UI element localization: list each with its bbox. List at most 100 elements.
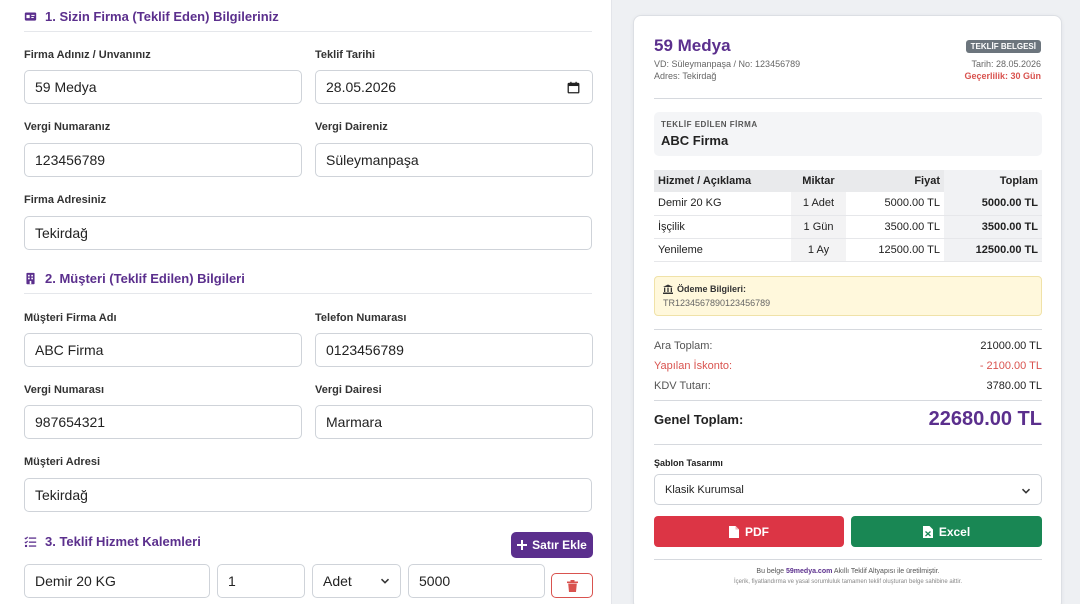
item-unit-value: Adet (323, 573, 352, 589)
section-title-text: 3. Teklif Hizmet Kalemleri (45, 534, 201, 549)
template-label: Şablon Tasarımı (654, 458, 723, 468)
client-name-input[interactable]: ABC Firma (24, 333, 302, 367)
export-excel-label: Excel (938, 524, 971, 539)
preview-client-name: ABC Firma (661, 133, 729, 148)
preview-address-line: Adres: Tekirdağ (654, 71, 717, 81)
seller-address-label: Firma Adresiniz (24, 194, 107, 206)
calendar-icon[interactable] (567, 81, 580, 94)
id-card-icon (24, 12, 37, 21)
trash-icon (566, 579, 578, 592)
client-tax-office-label: Vergi Dairesi (315, 384, 382, 396)
section-title-client: 2. Müşteri (Teklif Edilen) Bilgileri (24, 271, 245, 286)
delete-row-button[interactable] (551, 573, 593, 598)
vat-label: KDV Tutarı: (654, 380, 711, 392)
cell-quantity: 1 Adet (791, 192, 846, 216)
table-row: İşçilik 1 Gün 3500.00 TL 3500.00 TL (654, 215, 1042, 239)
quote-date-value: 28.05.2026 (326, 79, 397, 95)
footer-pre: Bu belge (756, 568, 785, 575)
item-description-input[interactable]: Demir 20 KG (24, 564, 210, 598)
client-address-input[interactable]: Tekirdağ (24, 478, 592, 512)
cell-description: Demir 20 KG (654, 192, 791, 216)
discount-label: Yapılan İskonto: (654, 360, 733, 372)
table-row: Yenileme 1 Ay 12500.00 TL 12500.00 TL (654, 238, 1042, 262)
client-tax-office-input[interactable]: Marmara (315, 405, 593, 439)
plus-icon (517, 540, 528, 550)
grand-total-label: Genel Toplam: (654, 412, 744, 427)
preview-tax-line: VD: Süleymanpaşa / No: 123456789 (654, 59, 801, 69)
export-pdf-button[interactable]: PDF (654, 516, 844, 547)
preview-date: Tarih: 28.05.2026 (971, 59, 1041, 69)
grand-total-row: Genel Toplam: 22680.00 TL (654, 408, 1042, 431)
section-divider (24, 31, 592, 32)
subtotal-value: 21000.00 TL (980, 340, 1042, 352)
preview-company-name: 59 Medya (654, 36, 731, 55)
col-header-description: Hizmet / Açıklama (654, 170, 791, 192)
payment-info-title: Ödeme Bilgileri: (663, 284, 746, 294)
section-title-text: 1. Sizin Firma (Teklif Eden) Bilgilerini… (45, 9, 279, 24)
export-pdf-label: PDF (745, 524, 769, 539)
preview-client-box: TEKLİF EDİLEN FİRMA ABC Firma (654, 112, 1042, 156)
table-header-row: Hizmet / Açıklama Miktar Fiyat Toplam (654, 170, 1042, 192)
footer-disclaimer: İçerik, fiyatlandırma ve yasal sorumlulu… (733, 579, 963, 585)
quote-form-panel: 1. Sizin Firma (Teklif Eden) Bilgilerini… (0, 0, 612, 604)
grand-total-value: 22680.00 TL (928, 408, 1042, 430)
seller-address-input[interactable]: Tekirdağ (24, 216, 592, 250)
cell-price: 5000.00 TL (846, 192, 944, 216)
item-price-input[interactable]: 5000 (408, 564, 545, 598)
chevron-down-icon (380, 578, 390, 584)
quote-preview-card: 59 Medya VD: Süleymanpaşa / No: 12345678… (633, 15, 1062, 604)
cell-price: 12500.00 TL (846, 238, 944, 262)
cell-total: 12500.00 TL (944, 238, 1042, 262)
payment-iban: TR1234567890123456789 (663, 298, 771, 308)
subtotal-label: Ara Toplam: (654, 340, 713, 352)
bank-icon (663, 284, 673, 294)
payment-title-text: Ödeme Bilgileri: (677, 284, 747, 294)
section-divider (24, 293, 592, 294)
discount-value: - 2100.00 TL (979, 360, 1042, 372)
client-tax-no-input[interactable]: 987654321 (24, 405, 302, 439)
seller-name-input[interactable]: 59 Medya (24, 70, 302, 104)
excel-file-icon (922, 525, 933, 538)
vat-value: 3780.00 TL (986, 380, 1042, 392)
section-title-items: 3. Teklif Hizmet Kalemleri (24, 534, 201, 549)
item-quantity-input[interactable]: 1 (217, 564, 305, 598)
export-excel-button[interactable]: Excel (851, 516, 1042, 547)
vat-row: KDV Tutarı: 3780.00 TL (654, 380, 1042, 392)
chevron-down-icon (1021, 488, 1031, 494)
client-phone-input[interactable]: 0123456789 (315, 333, 593, 367)
preview-validity: Geçerlilik: 30 Gün (964, 71, 1041, 81)
client-tax-no-label: Vergi Numarası (24, 384, 105, 396)
quote-date-input[interactable]: 28.05.2026 (315, 70, 593, 104)
seller-tax-no-label: Vergi Numaranız (24, 121, 111, 133)
add-row-label: Satır Ekle (532, 538, 587, 552)
col-header-quantity: Miktar (791, 170, 846, 192)
table-row: Demir 20 KG 1 Adet 5000.00 TL 5000.00 TL (654, 192, 1042, 216)
footer-credit: Bu belge 59medya.com Akıllı Teklif Altya… (654, 568, 1042, 575)
client-phone-label: Telefon Numarası (315, 312, 407, 324)
subtotal-row: Ara Toplam: 21000.00 TL (654, 340, 1042, 352)
cell-quantity: 1 Ay (791, 238, 846, 262)
preview-client-label: TEKLİF EDİLEN FİRMA (661, 120, 758, 129)
discount-row: Yapılan İskonto: - 2100.00 TL (654, 360, 1042, 372)
payment-info-box: Ödeme Bilgileri: TR1234567890123456789 (654, 276, 1042, 316)
building-icon (26, 272, 35, 285)
preview-divider (654, 559, 1042, 560)
preview-items-table: Hizmet / Açıklama Miktar Fiyat Toplam De… (654, 170, 1042, 262)
item-unit-select[interactable]: Adet (312, 564, 401, 598)
seller-tax-no-input[interactable]: 123456789 (24, 143, 302, 177)
preview-divider (654, 329, 1042, 330)
cell-description: Yenileme (654, 238, 791, 262)
preview-divider (654, 400, 1042, 401)
footer-brand-link[interactable]: 59medya.com (786, 568, 832, 575)
col-header-total: Toplam (944, 170, 1042, 192)
quote-date-label: Teklif Tarihi (315, 49, 376, 61)
cell-total: 5000.00 TL (944, 192, 1042, 216)
add-row-button[interactable]: Satır Ekle (511, 532, 593, 558)
section-title-seller: 1. Sizin Firma (Teklif Eden) Bilgilerini… (24, 9, 279, 24)
template-select[interactable]: Klasik Kurumsal (654, 474, 1042, 505)
preview-divider (654, 444, 1042, 445)
list-check-icon (24, 536, 37, 548)
seller-tax-office-input[interactable]: Süleymanpaşa (315, 143, 593, 177)
cell-quantity: 1 Gün (791, 215, 846, 239)
preview-divider (654, 98, 1042, 99)
